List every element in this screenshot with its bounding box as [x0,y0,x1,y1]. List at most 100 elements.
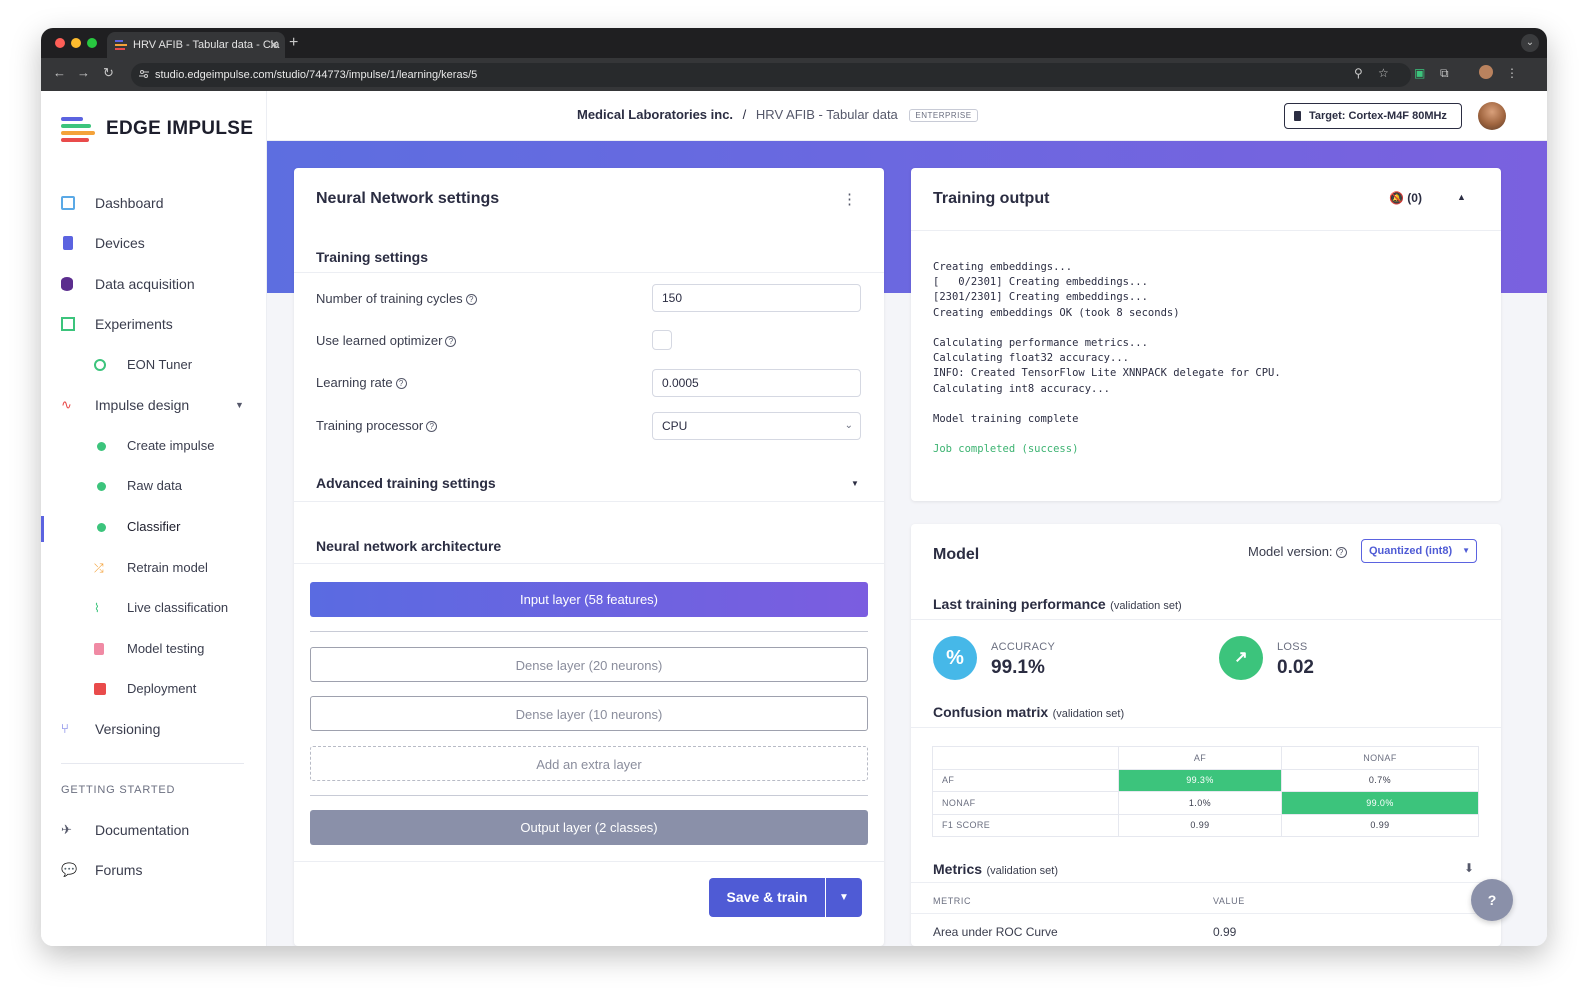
browser-profile-avatar[interactable] [1479,65,1493,79]
sidebar-item-label: Model testing [127,641,205,656]
rocket-icon: ✈ [61,822,72,837]
extensions-puzzle-icon[interactable]: ⧉ [1440,66,1449,81]
breadcrumb: Medical Laboratories inc. / HRV AFIB - T… [577,107,978,123]
accuracy-label: ACCURACY [991,641,1056,653]
help-icon[interactable]: ? [465,294,477,305]
divider [911,882,1501,883]
tab-search-icon[interactable]: ⌄ [1521,34,1539,52]
confusion-matrix-heading: Confusion matrix (validation set) [933,704,1125,720]
job-success-line: Job completed (success) [933,443,1079,456]
sidebar-item-label: Experiments [95,316,173,332]
breadcrumb-project[interactable]: HRV AFIB - Tabular data [756,107,898,122]
sidebar-item-label: Devices [95,235,145,251]
sidebar-item-impulse-design[interactable]: ∿ Impulse design ▼ [61,393,251,417]
status-dot-icon [97,482,106,491]
tab-close-icon[interactable]: ✕ [269,32,279,58]
breadcrumb-separator: / [742,107,747,122]
forward-icon[interactable]: → [77,65,90,80]
add-layer-button[interactable]: Add an extra layer [310,746,868,781]
more-options-icon[interactable]: ⋮ [842,190,857,208]
divider [911,619,1501,620]
model-version-select[interactable]: Quantized (int8) ▼ [1361,539,1477,563]
dense-layer-1[interactable]: Dense layer (20 neurons) [310,647,868,682]
bookmark-star-icon[interactable]: ☆ [1378,66,1389,80]
zoom-icon[interactable]: ⚲ [1354,66,1363,80]
table-row: NONAF 1.0% 99.0% [932,791,1480,815]
row-header: F1 SCORE [932,813,1119,837]
browser-tab[interactable]: HRV AFIB - Tabular data - Cla ✕ [107,32,285,58]
card-title: Model [933,546,980,563]
learned-optimizer-checkbox[interactable] [652,330,672,350]
chevron-down-icon[interactable]: ▼ [235,393,244,417]
download-icon[interactable]: ⬇ [1464,861,1474,875]
help-icon[interactable]: ? [1335,547,1347,558]
sidebar-divider [61,763,244,764]
confusion-matrix-table: AF NONAF AF 99.3% 0.7% NONAF 1.0% 99.0% … [932,746,1480,837]
selected-value: CPU [662,419,688,433]
section-header: GETTING STARTED [61,784,176,796]
app: EDGE IMPULSE Dashboard Devices Data acqu… [41,91,1547,946]
training-processor-select[interactable]: CPU ⌄ [652,412,861,440]
training-settings-title: Training settings [316,249,429,265]
minimize-window-button[interactable] [71,38,81,48]
model-version-label: Model version:? [1248,544,1347,559]
notifications-toggle[interactable]: 🔕 (0) [1389,191,1422,205]
save-options-dropdown[interactable]: ▼ [826,878,862,917]
help-icon[interactable]: ? [395,378,407,389]
advanced-training-settings-toggle[interactable]: Advanced training settings [316,475,496,491]
shuffle-icon: ⤮ [94,561,104,575]
url-text: studio.edgeimpulse.com/studio/744773/imp… [155,69,478,81]
training-log: Creating embeddings... [ 0/2301] Creatin… [933,260,1281,458]
caret-down-icon[interactable]: ▼ [851,479,859,488]
target-device-button[interactable]: Target: Cortex-M4F 80MHz [1284,103,1462,129]
address-bar[interactable]: studio.edgeimpulse.com/studio/744773/imp… [131,63,1411,87]
caret-down-icon: ▼ [1462,546,1470,555]
user-avatar[interactable] [1478,102,1506,130]
table-grid-icon [61,317,75,331]
git-branch-icon: ⑂ [61,721,69,736]
training-cycles-input[interactable] [652,284,861,312]
divider [911,727,1501,728]
layer-separator [310,631,868,632]
metrics-heading: Metrics (validation set) [933,861,1059,877]
compass-icon [94,359,106,371]
sidebar-item-label: Impulse design [95,397,190,413]
sidebar: EDGE IMPULSE Dashboard Devices Data acqu… [41,91,267,946]
back-icon[interactable]: ← [53,65,66,80]
breadcrumb-org[interactable]: Medical Laboratories inc. [577,107,733,122]
training-cycles-label: Number of training cycles? [316,291,477,306]
pulse-icon: ∿ [61,397,72,412]
input-layer[interactable]: Input layer (58 features) [310,582,868,617]
save-train-button[interactable]: Save & train [709,878,825,917]
extension-icon[interactable]: ▣ [1414,66,1425,80]
close-window-button[interactable] [55,38,65,48]
output-layer[interactable]: Output layer (2 classes) [310,810,868,845]
architecture-title: Neural network architecture [316,538,502,554]
chart-line-icon: ↗ [1219,636,1263,680]
help-icon[interactable]: ? [426,421,438,432]
database-icon [61,277,73,291]
bell-off-icon: 🔕 [1389,191,1404,205]
help-icon[interactable]: ? [445,336,457,347]
new-tab-icon[interactable]: + [289,32,298,54]
divider [294,861,884,862]
table-header-row: AF NONAF [932,746,1480,770]
maximize-window-button[interactable] [87,38,97,48]
card-title: Neural Network settings [316,190,500,207]
browser-menu-icon[interactable]: ⋮ [1506,66,1518,80]
collapse-icon[interactable]: ▲ [1457,192,1466,202]
metric-column-header: METRIC [933,896,972,906]
learning-rate-input[interactable] [652,369,861,397]
dense-layer-2[interactable]: Dense layer (10 neurons) [310,696,868,731]
table-cell: 1.0% [1118,791,1282,815]
site-settings-icon[interactable] [139,69,149,79]
table-cell: 99.0% [1280,791,1480,815]
training-processor-label: Training processor? [316,418,438,433]
table-cell: 0.7% [1280,768,1480,792]
sidebar-item-label: Raw data [127,478,182,493]
metric-row-value: 0.99 [1213,925,1237,939]
help-button[interactable]: ? [1471,879,1513,921]
reload-icon[interactable]: ↻ [103,65,114,81]
clipboard-icon [94,643,104,655]
sidebar-item-label: Retrain model [127,560,208,575]
